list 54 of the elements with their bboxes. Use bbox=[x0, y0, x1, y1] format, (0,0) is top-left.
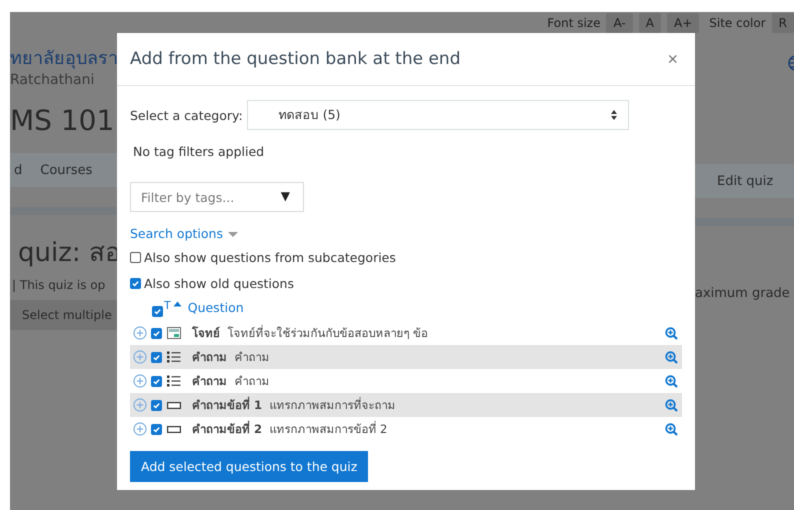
question-text: คำถาม คำถาม bbox=[192, 373, 270, 390]
option-label: Also show questions from subcategories bbox=[144, 250, 396, 264]
checkbox[interactable] bbox=[151, 376, 162, 386]
question-text: โจทย์ โจทย์ที่จะใช้ร่วมกันกับข้อสอบหลายๆ ข้อ bbox=[192, 324, 429, 342]
caret-icon bbox=[226, 230, 239, 238]
breadcrumb-link[interactable]: Edit quiz bbox=[717, 174, 774, 188]
dialog-title: Add from the question bank at the end bbox=[130, 49, 460, 69]
sort-arrows-icon bbox=[610, 109, 618, 121]
text-field-icon bbox=[167, 426, 181, 432]
zoom-in-icon[interactable] bbox=[665, 326, 678, 340]
checkbox[interactable] bbox=[130, 278, 141, 288]
logo-subtitle: Ratchathani bbox=[10, 72, 96, 88]
zoom-in-icon[interactable] bbox=[665, 398, 678, 412]
zoom-in-icon[interactable] bbox=[665, 374, 678, 388]
checkbox[interactable] bbox=[151, 352, 162, 362]
question-text: คำถามข้อที่ 1 แทรกภาพสมการที่จะถาม bbox=[192, 396, 396, 414]
category-label: Select a category: bbox=[130, 108, 243, 122]
option-label: Also show old questions bbox=[144, 276, 294, 290]
close-button[interactable]: × bbox=[663, 48, 682, 70]
font-size-label: Font size bbox=[547, 16, 600, 30]
zoom-in-icon[interactable] bbox=[665, 350, 678, 364]
site-color-button[interactable]: R bbox=[772, 12, 794, 32]
category-select[interactable]: ทดสอบ (5) bbox=[246, 100, 629, 130]
quiz-info-text: | This quiz is op bbox=[11, 278, 106, 292]
question-column-header[interactable]: Question bbox=[188, 300, 244, 315]
tag-filter-status: No tag filters applied bbox=[133, 144, 264, 159]
checkbox[interactable] bbox=[130, 252, 141, 262]
logo-text: ทยาลัยอุบลรา bbox=[10, 47, 117, 71]
select-multiple-button[interactable]: Select multiple bbox=[10, 300, 117, 330]
type-column-header[interactable]: T bbox=[164, 299, 171, 312]
font-size-button[interactable]: A bbox=[638, 12, 661, 32]
globe-icon[interactable] bbox=[788, 55, 794, 71]
maximum-grade-label: aximum grade bbox=[695, 286, 791, 301]
search-options-link[interactable]: Search options bbox=[130, 226, 239, 241]
select-all-checkbox[interactable] bbox=[152, 306, 163, 317]
image-icon bbox=[167, 327, 181, 339]
list-icon bbox=[167, 351, 181, 363]
zoom-in-icon[interactable] bbox=[665, 422, 678, 436]
list-icon bbox=[167, 375, 181, 387]
dropdown-arrow[interactable]: ▼ bbox=[280, 189, 290, 203]
question-text: คำถามข้อที่ 2 แทรกภาพสมการข้อที่ 2 bbox=[192, 420, 388, 438]
add-selected-button[interactable]: Add selected questions to the quiz bbox=[130, 451, 368, 482]
checkbox[interactable] bbox=[151, 328, 162, 338]
checkbox[interactable] bbox=[151, 400, 162, 410]
course-title: MS 101 bbox=[10, 104, 116, 137]
site-color-label: Site color bbox=[709, 16, 766, 30]
text-field-icon bbox=[167, 402, 181, 408]
question-text: คำถาม คำถาม bbox=[192, 349, 270, 366]
checkbox[interactable] bbox=[151, 424, 162, 434]
breadcrumb-link[interactable]: Courses bbox=[40, 162, 92, 178]
sort-ascending-icon bbox=[172, 301, 182, 307]
font-size-button[interactable]: A+ bbox=[666, 12, 700, 32]
font-size-button[interactable]: A- bbox=[606, 12, 633, 32]
breadcrumb-link[interactable]: d bbox=[14, 162, 22, 178]
